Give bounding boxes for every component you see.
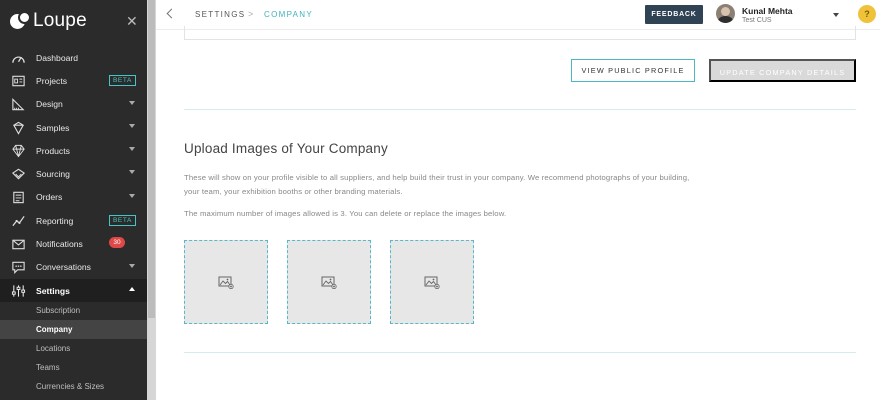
sidebar-item-sourcing[interactable]: Sourcing	[0, 162, 147, 185]
sidebar-item-settings[interactable]: Settings	[0, 278, 147, 303]
sidebar-item-conversations[interactable]: Conversations	[0, 256, 147, 279]
sidebar-item-reporting[interactable]: Reporting BETA	[0, 209, 147, 232]
breadcrumb-company: COMPANY	[264, 10, 313, 19]
dashboard-icon	[10, 51, 27, 65]
sidebar-item-label: Design	[36, 99, 63, 110]
chevron-up-icon[interactable]	[129, 286, 135, 291]
image-upload-slot[interactable]	[287, 240, 371, 324]
section-divider	[184, 352, 856, 353]
breadcrumb-separator-icon: >	[248, 9, 255, 19]
avatar[interactable]	[716, 4, 735, 23]
image-upload-slot[interactable]	[184, 240, 268, 324]
subnav-item-teams[interactable]: Teams	[0, 358, 147, 377]
sidebar-item-products[interactable]: Products	[0, 139, 147, 162]
reporting-icon	[10, 214, 27, 228]
sidebar-item-samples[interactable]: Samples	[0, 116, 147, 139]
subnav-item-currencies-sizes[interactable]: Currencies & Sizes	[0, 377, 147, 396]
notification-count-badge: 30	[109, 237, 125, 249]
beta-badge: BETA	[109, 215, 136, 227]
sidebar-item-label: Settings	[36, 285, 70, 296]
previous-input-field[interactable]	[184, 26, 856, 40]
sidebar-item-notifications[interactable]: Notifications 30	[0, 232, 147, 255]
chevron-down-icon[interactable]	[129, 170, 135, 175]
sidebar-item-design[interactable]: Design	[0, 93, 147, 116]
sidebar-item-label: Conversations	[36, 262, 91, 273]
beta-badge: BETA	[109, 75, 136, 87]
orders-icon	[10, 190, 27, 204]
add-image-icon	[424, 276, 440, 289]
chevron-down-icon[interactable]	[129, 147, 135, 152]
main-content: VIEW PUBLIC PROFILE UPDATE COMPANY DETAI…	[156, 26, 880, 400]
chevron-down-icon[interactable]	[129, 263, 135, 268]
add-image-icon	[321, 276, 337, 289]
upload-section-title: Upload Images of Your Company	[184, 141, 388, 156]
upload-description: These will show on your profile visible …	[184, 173, 690, 196]
sidebar-item-label: Reporting	[36, 215, 74, 226]
settings-subnav: Subscription Company Locations Teams Cur…	[0, 301, 147, 396]
sidebar-item-dashboard[interactable]: Dashboard	[0, 46, 147, 69]
sidebar-item-label: Notifications	[36, 239, 83, 250]
loupe-logo[interactable]: Loupe	[10, 10, 87, 32]
samples-icon	[10, 121, 27, 135]
close-sidebar-icon[interactable]: ✕	[126, 14, 138, 28]
feedback-button[interactable]: FEEDBACK	[645, 5, 703, 24]
user-menu-chevron-down-icon[interactable]	[833, 13, 839, 17]
chevron-down-icon[interactable]	[129, 100, 135, 105]
conversations-icon	[10, 260, 27, 275]
settings-icon	[10, 284, 27, 298]
user-name[interactable]: Kunal Mehta	[742, 6, 793, 16]
sidebar-item-label: Samples	[36, 122, 70, 133]
max-images-note: The maximum number of images allowed is …	[184, 209, 507, 218]
view-public-profile-button[interactable]: VIEW PUBLIC PROFILE	[571, 59, 695, 82]
sidebar-item-label: Sourcing	[36, 169, 70, 180]
help-button[interactable]: ?	[858, 5, 876, 23]
sidebar-scrollbar-thumb[interactable]	[148, 0, 155, 318]
section-divider	[184, 109, 856, 110]
chevron-down-icon[interactable]	[129, 193, 135, 198]
sidebar-item-label: Products	[36, 145, 70, 156]
subnav-item-locations[interactable]: Locations	[0, 339, 147, 358]
notifications-icon	[10, 237, 27, 251]
update-company-details-button[interactable]: UPDATE COMPANY DETAILS	[709, 59, 856, 82]
sidebar-item-label: Orders	[36, 192, 63, 203]
subnav-item-company[interactable]: Company	[0, 320, 147, 339]
sidebar-item-orders[interactable]: Orders	[0, 186, 147, 209]
back-chevron-icon[interactable]	[166, 8, 177, 19]
design-icon	[10, 97, 27, 111]
breadcrumb-settings[interactable]: SETTINGS	[195, 10, 245, 19]
sidebar-item-label: Dashboard	[36, 52, 79, 63]
products-icon	[10, 144, 27, 158]
sidebar-item-label: Projects	[36, 75, 68, 86]
sidebar-item-projects[interactable]: Projects BETA	[0, 69, 147, 92]
sourcing-icon	[10, 167, 27, 181]
sidebar-nav: Dashboard Projects BETA Design Samples P…	[0, 46, 147, 303]
loupe-logo-icon	[10, 11, 31, 31]
brand-name: Loupe	[33, 10, 87, 31]
add-image-icon	[218, 276, 234, 289]
user-org: Test CUS	[742, 17, 772, 24]
chevron-down-icon[interactable]	[129, 123, 135, 128]
subnav-item-subscription[interactable]: Subscription	[0, 301, 147, 320]
image-upload-slot[interactable]	[390, 240, 474, 324]
sidebar: Loupe ✕ Dashboard Projects BETA Design S…	[0, 0, 147, 400]
projects-icon	[10, 74, 27, 88]
